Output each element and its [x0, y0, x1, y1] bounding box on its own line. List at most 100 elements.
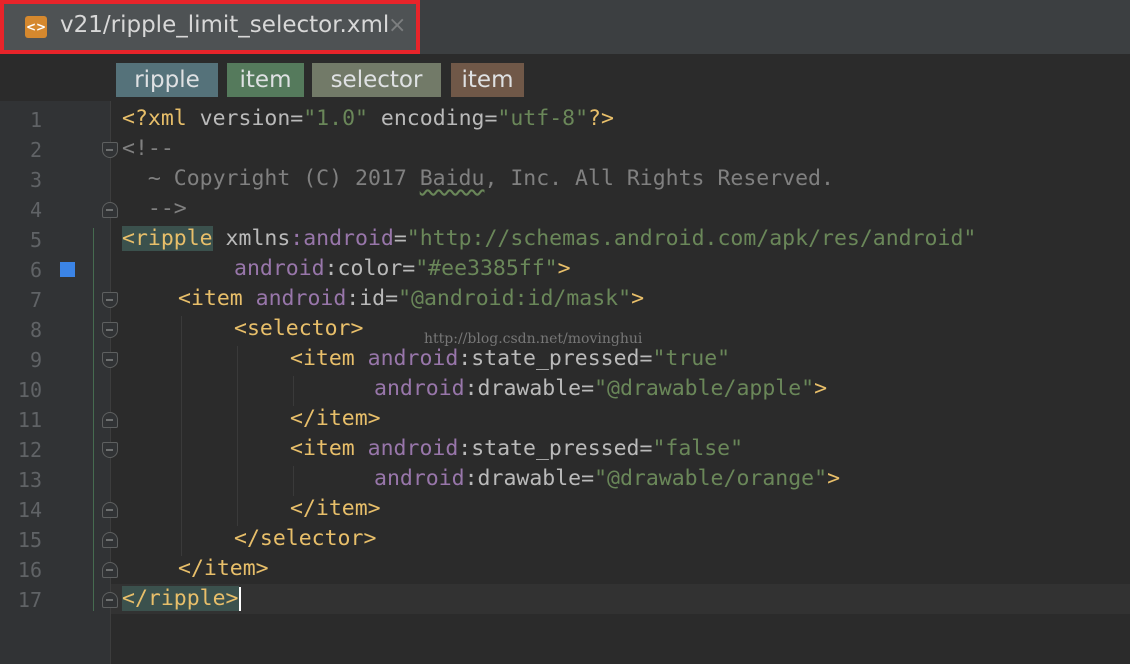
attr-name: :state_pressed	[458, 346, 640, 371]
line-number: 13	[17, 468, 42, 492]
gutter-divider	[110, 101, 111, 664]
tag-close-bracket: >	[631, 286, 645, 311]
block-indicator	[93, 228, 94, 611]
line-number: 7	[29, 288, 42, 312]
attr-name: version	[199, 106, 291, 131]
fold-open-icon[interactable]	[102, 142, 118, 158]
color-swatch-icon[interactable]	[60, 262, 75, 277]
attr-namespace: android	[374, 376, 465, 401]
attr-namespace: android	[367, 436, 459, 461]
code-line-9: <item android:state_pressed="true"	[290, 344, 730, 374]
comment-text: , Inc. All Rights Reserved.	[484, 166, 834, 191]
code-line-8: <selector>	[234, 316, 364, 341]
breadcrumb-ripple[interactable]: ripple	[116, 63, 218, 97]
equals: =	[639, 436, 653, 461]
attr-namespace: android	[374, 466, 465, 491]
tag-open-ripple: <ripple	[122, 226, 213, 251]
line-number: 11	[17, 408, 42, 432]
equals: =	[393, 226, 407, 251]
code-line-7: <item android:id="@android:id/mask">	[178, 284, 644, 314]
attr-name: encoding	[367, 106, 485, 131]
code-line-13: android:drawable="@drawable/orange">	[374, 464, 840, 494]
attr-value: "utf-8"	[497, 106, 589, 131]
line-number: 1	[29, 108, 42, 132]
fold-close-icon[interactable]	[102, 202, 118, 218]
equals: =	[581, 466, 595, 491]
line-number: 5	[29, 228, 42, 252]
equals: =	[385, 286, 399, 311]
code-line-11: </item>	[290, 406, 381, 431]
fold-open-icon[interactable]	[102, 352, 118, 368]
code-line-6: android:color="#ee3385ff">	[234, 254, 571, 284]
attr-namespace: android	[255, 286, 347, 311]
attr-namespace: android	[367, 346, 459, 371]
breadcrumb-item-2[interactable]: item	[451, 63, 524, 97]
attr-name: xmlns	[212, 226, 291, 251]
fold-close-icon[interactable]	[102, 562, 118, 578]
tag-close-bracket: >	[814, 376, 828, 401]
breadcrumb-item[interactable]: item	[227, 63, 304, 97]
equals: =	[402, 256, 416, 281]
code-line-15: </selector>	[234, 526, 377, 551]
attr-name: :id	[346, 286, 386, 311]
line-number: 12	[17, 438, 42, 462]
file-tab[interactable]: <> v21/ripple_limit_selector.xml ×	[0, 0, 420, 54]
equals: =	[639, 346, 653, 371]
xml-decl-close: ?>	[588, 106, 614, 131]
line-number: 3	[29, 168, 42, 192]
fold-close-icon[interactable]	[102, 412, 118, 428]
line-number: 8	[29, 318, 42, 342]
fold-close-icon[interactable]	[102, 532, 118, 548]
code-line-17: </ripple>	[122, 584, 241, 614]
xml-decl-open: <?xml	[122, 106, 200, 131]
close-icon[interactable]: ×	[388, 13, 406, 38]
code-line-2: <!--	[122, 136, 174, 161]
attr-value: "@android:id/mask"	[398, 286, 632, 311]
fold-close-icon[interactable]	[102, 592, 118, 608]
line-number: 4	[29, 198, 42, 222]
line-number: 10	[17, 378, 42, 402]
fold-open-icon[interactable]	[102, 292, 118, 308]
text-caret	[238, 587, 241, 611]
current-line-highlight	[111, 584, 1130, 614]
tag-open-item: <item	[290, 436, 368, 461]
editor-tab-bar: <> v21/ripple_limit_selector.xml ×	[0, 0, 1130, 55]
indent-guide	[293, 466, 294, 496]
line-number: 17	[17, 588, 42, 612]
fold-close-icon[interactable]	[102, 502, 118, 518]
attr-value: "@drawable/apple"	[594, 376, 815, 401]
line-number: 15	[17, 528, 42, 552]
equals: =	[290, 106, 304, 131]
code-line-3: ~ Copyright (C) 2017 Baidu, Inc. All Rig…	[122, 164, 834, 194]
breadcrumb: ripple item selector item	[0, 55, 1130, 101]
attr-namespace: android	[234, 256, 325, 281]
tag-open-item: <item	[290, 346, 368, 371]
attr-name: :color	[324, 256, 403, 281]
attr-value: "#ee3385ff"	[415, 256, 558, 281]
breadcrumb-selector[interactable]: selector	[312, 63, 441, 97]
line-number: 6	[29, 258, 42, 282]
line-number: 14	[17, 498, 42, 522]
code-line-12: <item android:state_pressed="false"	[290, 434, 743, 464]
watermark: http://blog.csdn.net/movinghui	[424, 331, 643, 347]
comment-text: ~ Copyright (C) 2017	[122, 166, 420, 191]
indent-guide	[181, 316, 182, 556]
code-line-10: android:drawable="@drawable/apple">	[374, 374, 827, 404]
tag-close-bracket: >	[827, 466, 841, 491]
file-tab-title: v21/ripple_limit_selector.xml	[60, 12, 390, 38]
fold-open-icon[interactable]	[102, 322, 118, 338]
line-number: 9	[29, 348, 42, 372]
tag-close-ripple: </ripple>	[122, 586, 239, 611]
fold-open-icon[interactable]	[102, 442, 118, 458]
attr-name: :drawable	[464, 466, 582, 491]
code-line-4: -->	[122, 196, 187, 221]
code-line-1: <?xml version="1.0" encoding="utf-8"?>	[122, 104, 614, 134]
comment-text-typo: Baidu	[419, 166, 485, 191]
attr-name: :state_pressed	[458, 436, 640, 461]
line-number: 2	[29, 138, 42, 162]
attr-value: "http://schemas.android.com/apk/res/andr…	[406, 226, 977, 251]
attr-value: "1.0"	[303, 106, 368, 131]
indent-guide	[293, 376, 294, 406]
attr-value: "@drawable/orange"	[594, 466, 828, 491]
attr-value: "false"	[652, 436, 744, 461]
